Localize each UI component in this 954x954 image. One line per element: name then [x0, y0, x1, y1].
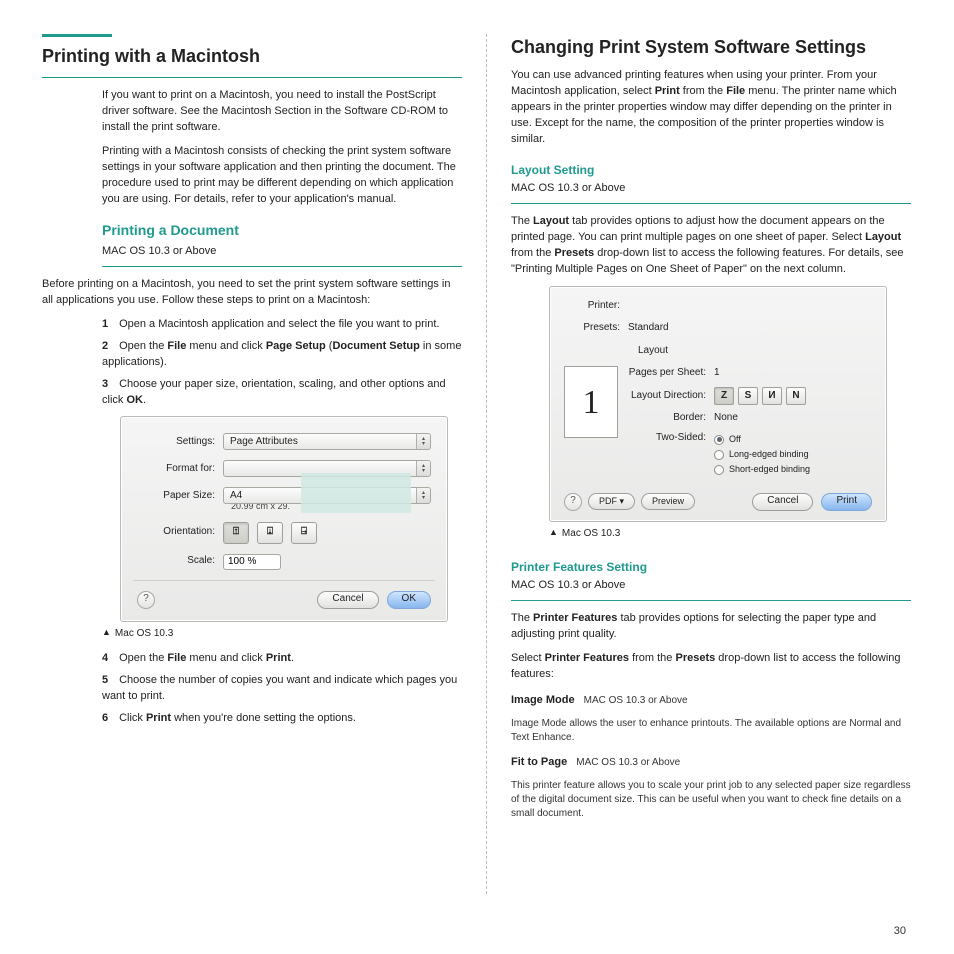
cancel-button[interactable]: Cancel: [317, 591, 378, 609]
step: 5 Choose the number of copies you want a…: [102, 673, 462, 705]
radio-long[interactable]: [714, 450, 724, 460]
figure-caption: ▲Mac OS 10.3: [549, 526, 911, 542]
para: If you want to print on a Macintosh, you…: [102, 88, 462, 136]
image-mode-body: Image Mode allows the user to enhance pr…: [511, 717, 911, 745]
steps-list: 1 Open a Macintosh application and selec…: [102, 317, 462, 409]
label: Border:: [628, 411, 714, 426]
step: 6 Click Print when you're done setting t…: [102, 711, 462, 727]
step: 1 Open a Macintosh application and selec…: [102, 317, 462, 333]
layout-heading: Layout Setting: [511, 162, 911, 179]
border-combo[interactable]: None: [714, 411, 796, 426]
label: Printer:: [564, 299, 628, 314]
left-column: Printing with a Macintosh If you want to…: [42, 34, 462, 894]
layout-dir-1-icon[interactable]: Z: [714, 387, 734, 405]
para: You can use advanced printing features w…: [511, 68, 911, 148]
print-button[interactable]: Print: [821, 493, 872, 511]
radio-off[interactable]: [714, 435, 724, 445]
page-number: 30: [894, 924, 906, 940]
image-mode-sub: MAC OS 10.3 or Above: [584, 695, 688, 706]
two-sided-radios: Off Long-edged binding Short-edged bindi…: [714, 431, 810, 476]
presets-combo[interactable]: Standard: [628, 321, 872, 336]
label: Orientation:: [137, 525, 223, 540]
panel-combo[interactable]: Layout: [638, 344, 798, 359]
step: 2 Open the File menu and click Page Setu…: [102, 339, 462, 371]
layout-preview: 1: [564, 366, 618, 438]
combo-caret-icon: [416, 488, 430, 503]
section-description: Before printing on a Macintosh, you need…: [42, 277, 462, 309]
label: Two-Sided:: [628, 431, 714, 446]
right-column: Changing Print System Software Settings …: [511, 34, 911, 894]
printer-features-sub: MAC OS 10.3 or Above: [511, 578, 911, 601]
layout-subheading: MAC OS 10.3 or Above: [511, 181, 911, 204]
intro-text: If you want to print on a Macintosh, you…: [102, 88, 462, 208]
label: Settings:: [137, 435, 223, 450]
layout-dir-2-icon[interactable]: S: [738, 387, 758, 405]
fit-heading: Fit to Page: [511, 756, 567, 768]
para: Select Printer Features from the Presets…: [511, 651, 911, 683]
label: Pages per Sheet:: [628, 366, 714, 381]
orientation-portrait-icon[interactable]: ⍐: [223, 522, 249, 544]
layout-dir-3-icon[interactable]: И: [762, 387, 782, 405]
preview-button[interactable]: Preview: [641, 493, 695, 510]
label: Presets:: [564, 321, 628, 336]
label: Format for:: [137, 462, 223, 477]
column-divider: [486, 34, 487, 894]
layout-description: The Layout tab provides options to adjus…: [511, 214, 911, 278]
section-heading: Printing a Document: [102, 220, 462, 240]
para: Printing with a Macintosh consists of ch…: [102, 144, 462, 208]
orientation-landscape-icon[interactable]: ⍗: [257, 522, 283, 544]
help-button[interactable]: ?: [137, 591, 155, 609]
layout-direction-icons: Z S И N: [714, 387, 806, 405]
print-layout-dialog: Printer: Presets: Standard Layout 1 Page…: [549, 286, 887, 522]
figure-caption: ▲Mac OS 10.3: [102, 626, 462, 642]
radio-short[interactable]: [714, 465, 724, 475]
callout-highlight: [301, 473, 411, 513]
label: Paper Size:: [137, 489, 223, 504]
fit-sub: MAC OS 10.3 or Above: [576, 757, 680, 768]
accent-bar: [42, 34, 112, 37]
step: 3 Choose your paper size, orientation, s…: [102, 377, 462, 409]
pages-per-sheet-combo[interactable]: 1: [714, 366, 796, 381]
ok-button[interactable]: OK: [387, 591, 431, 609]
printer-features-heading: Printer Features Setting: [511, 559, 911, 576]
label: Layout Direction:: [628, 389, 714, 404]
divider: [133, 580, 435, 581]
combo-caret-icon: [416, 461, 430, 476]
rule: [42, 77, 462, 78]
section-title: Changing Print System Software Settings: [511, 34, 911, 60]
page-title: Printing with a Macintosh: [42, 43, 462, 69]
settings-combo[interactable]: Page Attributes: [223, 433, 431, 450]
image-mode-block: Image Mode MAC OS 10.3 or Above Image Mo…: [511, 693, 911, 745]
triangle-icon: ▲: [102, 627, 111, 637]
combo-caret-icon: [416, 434, 430, 449]
scale-input[interactable]: [223, 554, 281, 570]
section-subheading: MAC OS 10.3 or Above: [102, 244, 462, 267]
step: 4 Open the File menu and click Print.: [102, 651, 462, 667]
fit-body: This printer feature allows you to scale…: [511, 779, 911, 821]
page-setup-dialog: Settings: Page Attributes Format for: Pa…: [120, 416, 448, 621]
steps-list-cont: 4 Open the File menu and click Print. 5 …: [102, 651, 462, 727]
image-mode-heading: Image Mode: [511, 694, 575, 706]
para: The Printer Features tab provides option…: [511, 611, 911, 643]
cancel-button[interactable]: Cancel: [752, 493, 813, 511]
intro-text: You can use advanced printing features w…: [511, 68, 911, 148]
pdf-button[interactable]: PDF ▾: [588, 493, 635, 510]
help-button[interactable]: ?: [564, 493, 582, 511]
orientation-landscape-rev-icon[interactable]: ⍈: [291, 522, 317, 544]
label: Scale:: [137, 554, 223, 569]
layout-dir-4-icon[interactable]: N: [786, 387, 806, 405]
triangle-icon: ▲: [549, 527, 558, 537]
fit-to-page-block: Fit to Page MAC OS 10.3 or Above This pr…: [511, 755, 911, 821]
orientation-icons: ⍐ ⍗ ⍈: [223, 522, 317, 544]
